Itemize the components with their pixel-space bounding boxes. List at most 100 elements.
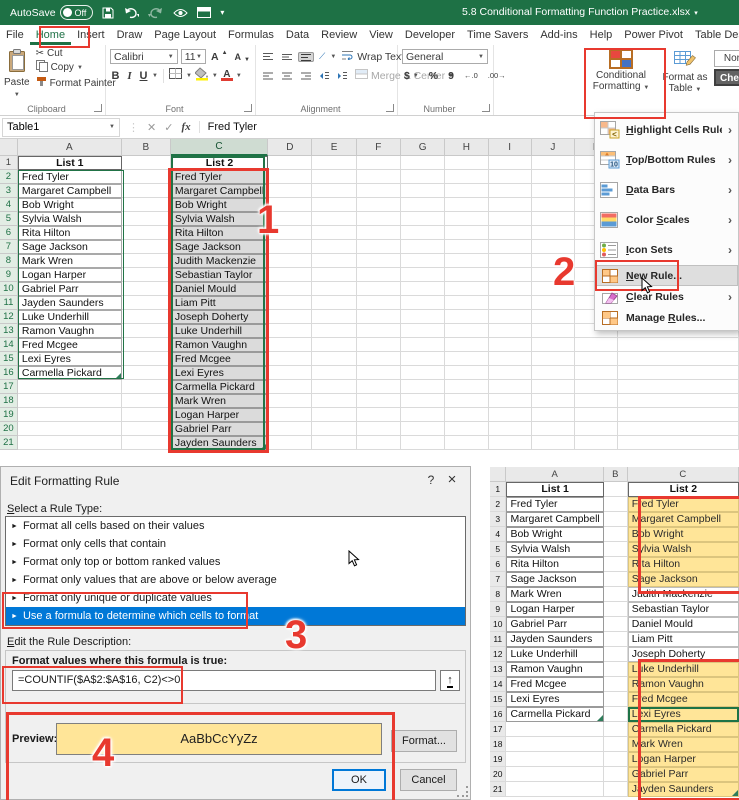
top-cell-F4[interactable] [356, 198, 401, 212]
top-cell-F15[interactable] [356, 352, 401, 366]
alignment-dialog-launcher-icon[interactable] [386, 104, 394, 112]
top-cell-D19[interactable] [268, 408, 313, 422]
top-cell-E17[interactable] [312, 380, 357, 394]
top-cell-F14[interactable] [356, 338, 401, 352]
top-cell-C12[interactable]: Joseph Doherty [170, 310, 269, 324]
top-cell-E18[interactable] [312, 394, 357, 408]
increase-font-icon[interactable]: A ▲ [209, 50, 230, 63]
top-cell-G19[interactable] [400, 408, 446, 422]
top-cell-G7[interactable] [400, 240, 446, 254]
top-cell-H12[interactable] [445, 310, 489, 324]
top-cell-A12[interactable]: Luke Underhill [17, 310, 122, 324]
result-cell-B15[interactable] [603, 692, 628, 707]
top-cell-I17[interactable] [488, 380, 532, 394]
top-cell-I5[interactable] [488, 212, 532, 226]
align-left-icon[interactable] [260, 71, 276, 81]
result-cell-B5[interactable] [603, 542, 628, 557]
top-cell-filler17[interactable] [618, 380, 739, 394]
result-cell-A19[interactable] [506, 752, 604, 767]
result-cell-A10[interactable]: Gabriel Parr [506, 617, 604, 632]
result-cell-B1[interactable] [603, 482, 628, 497]
font-name-select[interactable]: Calibri ▼ [110, 49, 178, 64]
top-cell-C1[interactable]: List 2 [170, 156, 269, 170]
row-header-5[interactable]: 5 [0, 212, 18, 226]
tab-file[interactable]: File [0, 25, 30, 45]
top-cell-I7[interactable] [488, 240, 532, 254]
result-cell-A20[interactable] [506, 767, 604, 782]
borders-icon[interactable] [168, 68, 183, 83]
top-cell-J1[interactable] [531, 156, 576, 170]
top-cell-A11[interactable]: Jayden Saunders [17, 296, 122, 310]
tab-table-des[interactable]: Table Des [689, 25, 739, 45]
top-cell-B2[interactable] [121, 170, 171, 184]
column-header-E[interactable]: E [312, 139, 357, 156]
row-header-15[interactable]: 15 [0, 352, 18, 366]
top-cell-J13[interactable] [531, 324, 576, 338]
top-cell-H7[interactable] [445, 240, 489, 254]
accounting-format-button[interactable]: $ ▼ [402, 70, 421, 82]
column-header-B[interactable]: B [121, 139, 171, 156]
top-cell-G14[interactable] [400, 338, 446, 352]
top-cell-K15[interactable] [575, 352, 619, 366]
row-header-2[interactable]: 2 [490, 497, 507, 512]
top-cell-J16[interactable] [531, 366, 576, 380]
top-cell-A6[interactable]: Rita Hilton [17, 226, 122, 240]
top-cell-B11[interactable] [121, 296, 171, 310]
result-cell-B7[interactable] [603, 572, 628, 587]
top-cell-B5[interactable] [121, 212, 171, 226]
result-cell-C13[interactable]: Luke Underhill [627, 662, 739, 677]
result-cell-C16[interactable]: Lexi Eyres [627, 707, 739, 722]
result-cell-A17[interactable] [506, 722, 604, 737]
rule-type-listbox[interactable]: ► Format all cells based on their values ►… [5, 516, 466, 626]
top-cell-H15[interactable] [445, 352, 489, 366]
row-header-19[interactable]: 19 [0, 408, 18, 422]
top-cell-A5[interactable]: Sylvia Walsh [17, 212, 122, 226]
column-header-D[interactable]: D [268, 139, 313, 156]
top-cell-E9[interactable] [312, 268, 357, 282]
tab-home[interactable]: Home [30, 25, 71, 45]
row-header-13[interactable]: 13 [490, 662, 507, 677]
align-right-icon[interactable] [298, 71, 314, 81]
result-cell-A15[interactable]: Lexi Eyres [506, 692, 604, 707]
bold-button[interactable]: B [110, 70, 121, 82]
top-cell-H19[interactable] [445, 408, 489, 422]
top-cell-I4[interactable] [488, 198, 532, 212]
formula-bar-value[interactable]: Fred Tyler [198, 121, 257, 133]
top-cell-H17[interactable] [445, 380, 489, 394]
top-cell-filler21[interactable] [618, 436, 739, 450]
top-cell-G11[interactable] [400, 296, 446, 310]
insert-function-icon[interactable]: fx [181, 121, 190, 133]
top-cell-F21[interactable] [356, 436, 401, 450]
result-cell-B19[interactable] [603, 752, 628, 767]
top-cell-filler16[interactable] [618, 366, 739, 380]
top-cell-H21[interactable] [445, 436, 489, 450]
decrease-indent-icon[interactable] [317, 71, 332, 81]
tab-page-layout[interactable]: Page Layout [148, 25, 222, 45]
autosave-toggle[interactable]: AutoSave Off [10, 5, 94, 20]
row-header-16[interactable]: 16 [490, 707, 507, 722]
column-header-C[interactable]: C [170, 139, 269, 156]
style-normal[interactable]: Normal [714, 50, 739, 67]
result-cell-A8[interactable]: Mark Wren [506, 587, 604, 602]
result-cell-C18[interactable]: Mark Wren [627, 737, 739, 752]
result-cell-A9[interactable]: Logan Harper [506, 602, 604, 617]
top-cell-F18[interactable] [356, 394, 401, 408]
top-cell-G4[interactable] [400, 198, 446, 212]
top-cell-H4[interactable] [445, 198, 489, 212]
result-cell-C10[interactable]: Daniel Mould [627, 617, 739, 632]
top-cell-I9[interactable] [488, 268, 532, 282]
top-cell-G8[interactable] [400, 254, 446, 268]
underline-dropdown-icon[interactable]: ▼ [152, 73, 158, 79]
top-cell-E19[interactable] [312, 408, 357, 422]
top-cell-K14[interactable] [575, 338, 619, 352]
top-cell-B20[interactable] [121, 422, 171, 436]
top-cell-H6[interactable] [445, 226, 489, 240]
menu-item-manage-rules[interactable]: Manage Rules... [595, 307, 738, 328]
top-cell-G10[interactable] [400, 282, 446, 296]
row-header-2[interactable]: 2 [0, 170, 18, 184]
top-cell-H2[interactable] [445, 170, 489, 184]
top-cell-A19[interactable] [17, 408, 122, 422]
result-cell-C9[interactable]: Sebastian Taylor [627, 602, 739, 617]
format-button[interactable]: Format... [391, 730, 457, 752]
result-cell-C3[interactable]: Margaret Campbell [627, 512, 739, 527]
